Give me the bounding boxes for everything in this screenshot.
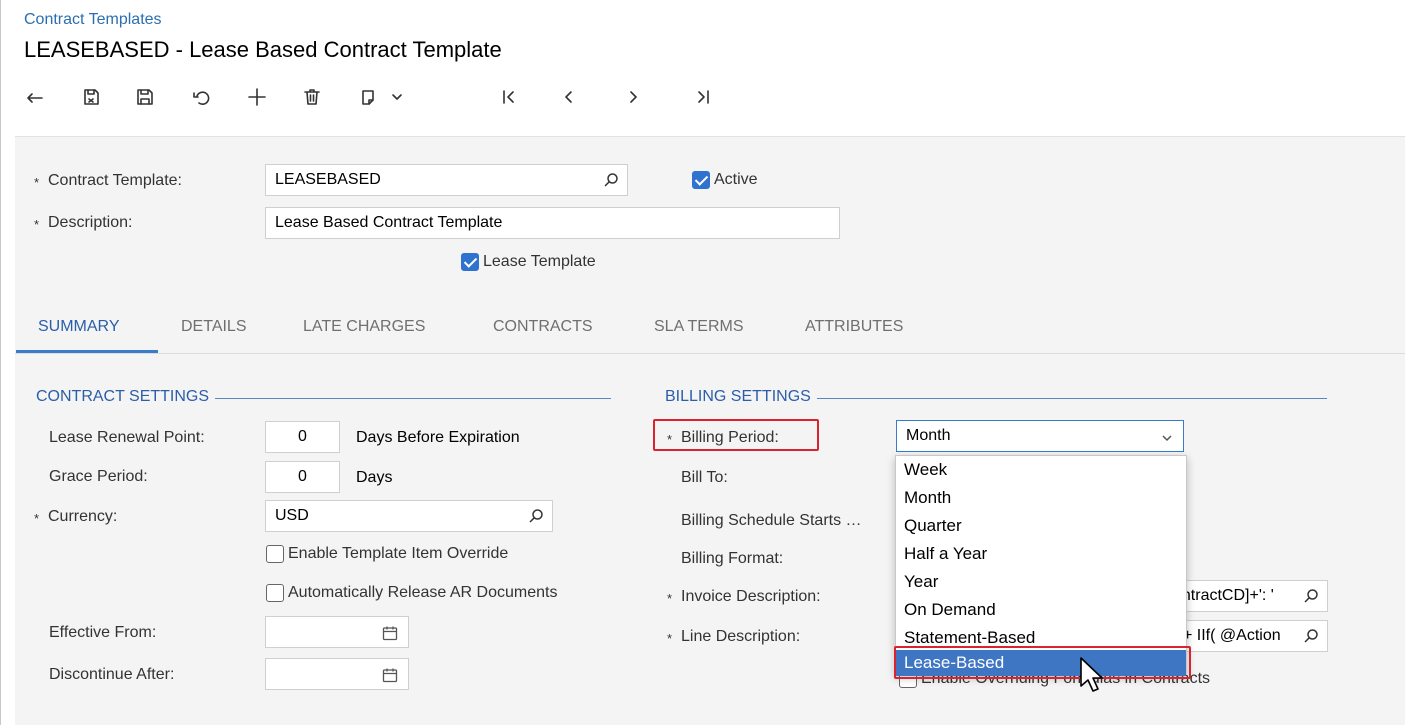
schedule-starts-label: Billing Schedule Starts …	[681, 512, 862, 529]
bill-to-label: Bill To:	[681, 469, 728, 486]
tab-attributes[interactable]: ATTRIBUTES	[805, 318, 903, 336]
discontinue-after-label: Discontinue After:	[49, 666, 175, 683]
invoice-description-label: Invoice Description:	[681, 588, 821, 605]
last-record-icon[interactable]	[686, 80, 720, 114]
chevron-down-icon[interactable]	[386, 80, 408, 114]
search-icon[interactable]	[603, 172, 619, 188]
next-record-icon[interactable]	[616, 80, 650, 114]
page-title: LEASEBASED - Lease Based Contract Templa…	[24, 37, 502, 62]
enable-override-checkbox[interactable]: Enable Template Item Override	[266, 545, 508, 563]
search-icon[interactable]	[1303, 628, 1319, 644]
billing-period-select[interactable]: Month	[896, 420, 1184, 452]
currency-value: USD	[275, 507, 309, 524]
tab-sla-terms[interactable]: SLA TERMS	[654, 318, 744, 336]
discontinue-after-input[interactable]	[265, 658, 409, 690]
delete-icon[interactable]	[295, 80, 329, 114]
dropdown-option-on-demand[interactable]: On Demand	[896, 596, 1186, 624]
grace-period-input[interactable]: 0	[265, 461, 340, 493]
enable-override-checkbox-box[interactable]	[266, 545, 284, 563]
active-label: Active	[714, 171, 758, 188]
line-description-label: Line Description:	[681, 628, 801, 645]
undo-icon[interactable]	[184, 80, 218, 114]
contract-template-value: LEASEBASED	[275, 171, 381, 188]
currency-label: Currency:	[48, 508, 118, 525]
contract-settings-title: CONTRACT SETTINGS	[36, 388, 216, 406]
lease-renewal-unit: Days Before Expiration	[356, 429, 520, 446]
invoice-description-value: ontractCD]+': '	[1173, 587, 1274, 604]
currency-input[interactable]: USD	[265, 500, 553, 532]
description-input[interactable]: Lease Based Contract Template	[265, 207, 840, 239]
dropdown-option-week[interactable]: Week	[896, 456, 1186, 484]
tab-details[interactable]: DETAILS	[181, 318, 247, 336]
auto-release-checkbox[interactable]: Automatically Release AR Documents	[266, 584, 557, 602]
search-icon[interactable]	[528, 508, 544, 524]
left-border	[0, 0, 1, 725]
search-icon[interactable]	[1303, 588, 1319, 604]
billing-period-value: Month	[906, 427, 951, 444]
description-label: Description:	[48, 214, 133, 231]
previous-record-icon[interactable]	[552, 80, 586, 114]
lease-renewal-value: 0	[298, 428, 307, 445]
dropdown-option-month[interactable]: Month	[896, 484, 1186, 512]
required-mark: *	[667, 591, 673, 606]
required-mark: *	[34, 217, 40, 232]
enable-override-label: Enable Template Item Override	[288, 545, 509, 562]
tab-late-charges[interactable]: LATE CHARGES	[303, 318, 425, 336]
dropdown-option-year[interactable]: Year	[896, 568, 1186, 596]
lease-renewal-label: Lease Renewal Point:	[49, 429, 205, 446]
contract-template-label: Contract Template:	[48, 172, 182, 189]
tab-contracts[interactable]: CONTRACTS	[493, 318, 593, 336]
grace-period-unit: Days	[356, 469, 393, 486]
auto-release-label: Automatically Release AR Documents	[288, 584, 558, 601]
dropdown-option-half-a-year[interactable]: Half a Year	[896, 540, 1186, 568]
tab-summary[interactable]: SUMMARY	[38, 318, 120, 336]
toolbar	[18, 80, 778, 114]
active-checkbox-box[interactable]	[692, 171, 710, 189]
required-mark: *	[34, 175, 40, 190]
breadcrumb[interactable]: Contract Templates	[24, 11, 162, 29]
save-close-icon[interactable]	[74, 80, 108, 114]
required-mark: *	[667, 631, 673, 646]
required-mark: *	[34, 511, 40, 526]
active-tab-indicator	[16, 350, 158, 353]
billing-period-dropdown: Week Month Quarter Half a Year Year On D…	[895, 455, 1187, 676]
lease-template-checkbox[interactable]: Lease Template	[461, 253, 596, 271]
mouse-cursor-icon	[1080, 657, 1103, 692]
lease-template-label: Lease Template	[483, 253, 596, 270]
first-record-icon[interactable]	[492, 80, 526, 114]
grace-period-value: 0	[298, 468, 307, 485]
line-description-value: + IIf( @Action	[1183, 627, 1281, 644]
lease-based-highlight	[894, 646, 1191, 679]
add-icon[interactable]	[240, 80, 274, 114]
tab-divider	[15, 353, 1405, 354]
auto-release-checkbox-box[interactable]	[266, 584, 284, 602]
dropdown-option-quarter[interactable]: Quarter	[896, 512, 1186, 540]
active-checkbox[interactable]: Active	[692, 171, 758, 189]
chevron-down-icon[interactable]	[1161, 432, 1173, 444]
effective-from-label: Effective From:	[49, 624, 157, 641]
effective-from-input[interactable]	[265, 616, 409, 648]
billing-settings-title: BILLING SETTINGS	[665, 388, 817, 406]
description-value: Lease Based Contract Template	[275, 214, 503, 231]
lease-template-checkbox-box[interactable]	[461, 253, 479, 271]
contract-template-input[interactable]: LEASEBASED	[265, 164, 628, 196]
billing-period-label: Billing Period:	[681, 429, 779, 446]
copy-paste-icon[interactable]	[351, 80, 385, 114]
back-icon[interactable]	[18, 80, 52, 114]
lease-renewal-input[interactable]: 0	[265, 421, 340, 453]
required-mark: *	[667, 432, 673, 447]
calendar-icon[interactable]	[382, 667, 398, 683]
billing-format-label: Billing Format:	[681, 550, 784, 567]
calendar-icon[interactable]	[382, 625, 398, 641]
save-icon[interactable]	[128, 80, 162, 114]
grace-period-label: Grace Period:	[49, 468, 148, 485]
